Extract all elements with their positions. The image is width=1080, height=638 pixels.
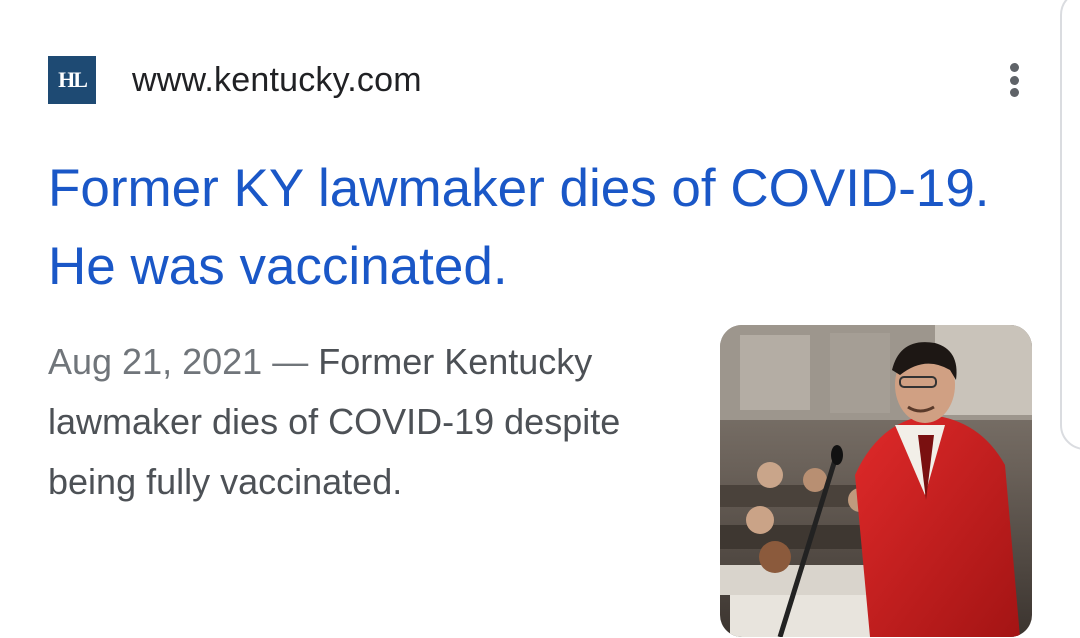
more-vert-icon-dot [1009, 75, 1019, 85]
thumbnail-photo [720, 325, 1032, 637]
next-card-edge [1060, 0, 1080, 450]
site-favicon: HL [48, 56, 96, 104]
favicon-text: HL [58, 67, 88, 92]
date-separator: — [262, 341, 319, 382]
more-options-button[interactable] [996, 58, 1032, 102]
more-vert-icon [1009, 63, 1019, 72]
result-thumbnail[interactable] [720, 325, 1032, 637]
result-snippet: Aug 21, 2021 — Former Kentucky lawmaker … [48, 332, 688, 512]
source-row[interactable]: HL www.kentucky.com [48, 56, 422, 104]
result-headline-link[interactable]: Former KY lawmaker dies of COVID-19. He … [48, 150, 1038, 306]
more-vert-icon-dot [1009, 88, 1019, 97]
site-url[interactable]: www.kentucky.com [132, 61, 422, 100]
result-date: Aug 21, 2021 [48, 341, 263, 382]
